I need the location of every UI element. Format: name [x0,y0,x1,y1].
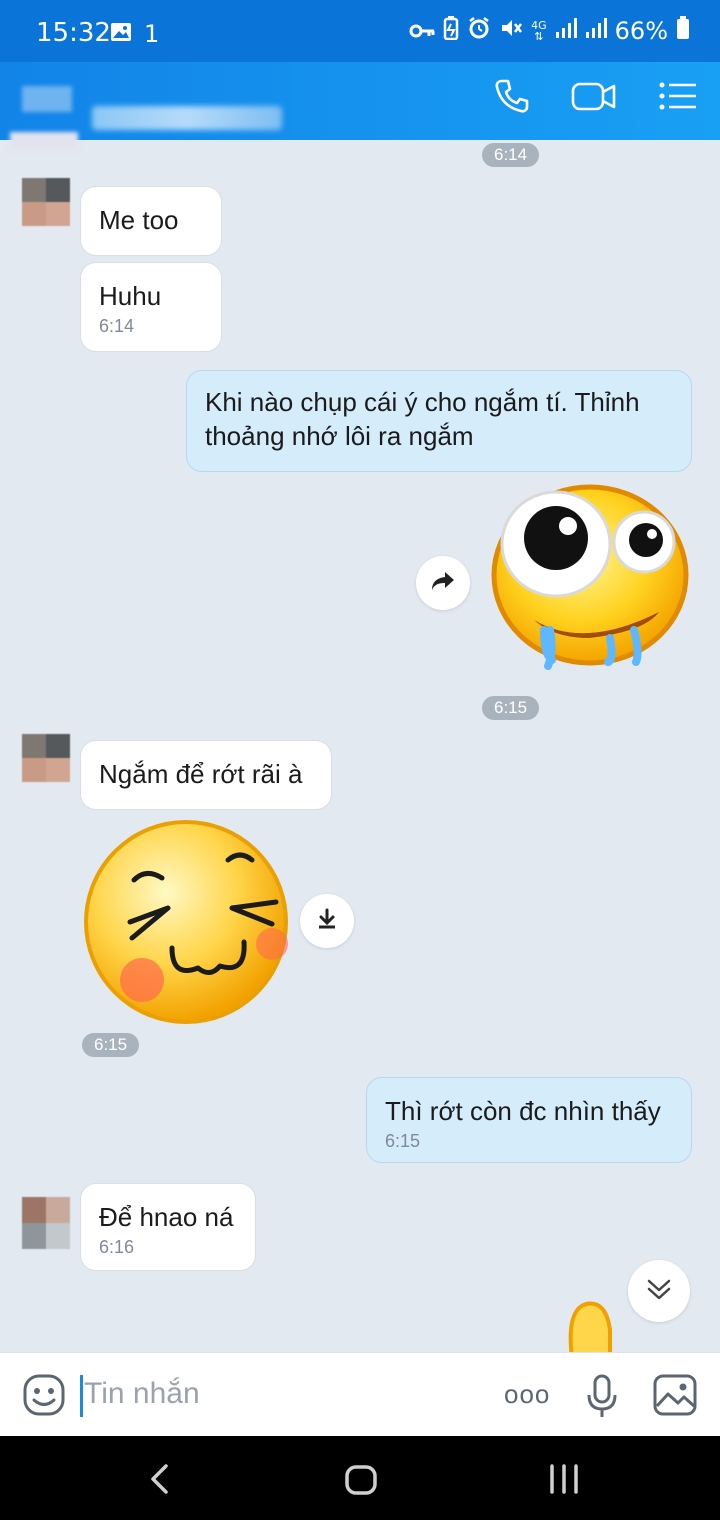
forward-button[interactable] [416,556,470,610]
emoji-button[interactable] [22,1373,66,1422]
message-text: Khi nào chụp cái ý cho ngắm tí. Thỉnh th… [205,387,640,451]
vpn-key-icon [409,17,435,45]
mute-icon [499,16,523,46]
contact-name[interactable] [92,106,282,130]
message-text: Huhu [99,281,162,311]
message-time: 6:14 [99,316,135,336]
avatar[interactable] [22,178,70,226]
notification-1-icon: 1 [144,20,160,48]
message-bubble-incoming[interactable]: Ngắm để rớt rãi à [80,740,332,810]
microphone-icon [586,1374,618,1423]
phone-icon [493,77,531,120]
time-divider: 6:15 [82,1033,140,1057]
home-button[interactable] [344,1464,378,1501]
status-bar: 15:32 1 4G ⇅ 66% [0,0,720,62]
download-icon [315,907,339,936]
contact-avatar[interactable] [22,86,72,112]
message-bubble-outgoing[interactable]: Khi nào chụp cái ý cho ngắm tí. Thỉnh th… [186,370,692,472]
message-bubble-incoming[interactable]: Huhu 6:14 [80,262,222,352]
battery-percent: 66% [614,17,668,45]
message-text: Thì rớt còn đc nhìn thấy [385,1096,661,1126]
time-divider: 6:14 [482,143,540,167]
double-chevron-down-icon [646,1277,672,1306]
message-time: 6:16 [99,1237,135,1257]
alarm-icon [467,16,491,46]
chat-area[interactable]: 6:14 Me too Huhu 6:14 Khi nào chụp cái ý… [0,140,720,1352]
download-button[interactable] [300,894,354,948]
menu-icon [658,79,698,118]
video-call-button[interactable] [571,76,617,120]
voice-record-button[interactable] [586,1373,618,1424]
drooling-face-sticker[interactable] [484,480,694,680]
status-time: 15:32 [36,18,111,48]
recent-apps-button[interactable] [548,1464,580,1499]
message-text: Ngắm để rớt rãi à [99,759,303,789]
text-caret [80,1375,83,1417]
message-input-bar: Tin nhắn ooo [0,1352,720,1436]
message-time: 6:15 [385,1131,421,1151]
time-divider: 6:15 [482,696,540,720]
avatar[interactable] [22,1197,70,1249]
photo-button[interactable] [652,1373,698,1422]
image-icon [110,21,132,48]
recent-apps-icon [548,1464,580,1498]
phone-call-button[interactable] [490,76,534,120]
avatar[interactable] [22,734,70,782]
squinting-smile-sticker[interactable] [80,818,292,1026]
back-button[interactable] [148,1464,172,1499]
image-icon [652,1374,698,1421]
battery-saver-icon [443,16,459,46]
4g-icon: 4G ⇅ [531,19,547,43]
back-icon [148,1464,172,1498]
signal-icon [585,17,607,45]
video-call-icon [571,79,617,118]
emoji-icon [22,1374,66,1421]
message-bubble-outgoing[interactable]: Thì rớt còn đc nhìn thấy 6:15 [366,1077,692,1163]
battery-icon [676,16,690,46]
message-input[interactable]: Tin nhắn [84,1377,200,1411]
system-navigation-bar [0,1436,720,1520]
home-icon [344,1465,378,1500]
forward-icon [430,570,456,597]
chat-header [0,62,720,150]
signal-icon [555,17,577,45]
message-bubble-incoming[interactable]: Để hnao ná 6:16 [80,1183,256,1271]
scroll-to-bottom-button[interactable] [628,1260,690,1322]
menu-button[interactable] [656,76,700,120]
more-options-button[interactable]: ooo [504,1379,550,1410]
message-text: Để hnao ná [99,1202,234,1232]
message-bubble-incoming[interactable]: Me too [80,186,222,256]
partial-sticker [566,1300,612,1352]
message-text: Me too [99,205,179,235]
